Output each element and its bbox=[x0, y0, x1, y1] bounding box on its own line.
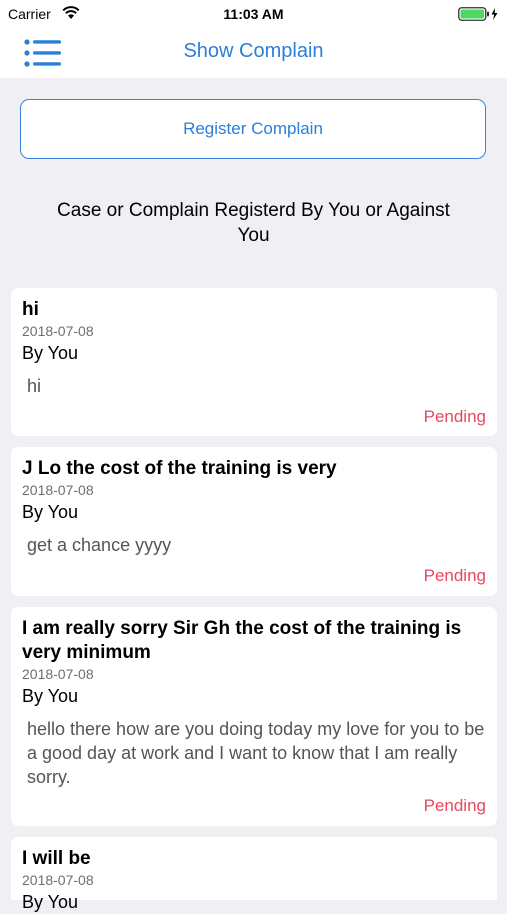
complaint-title: I will be bbox=[22, 848, 91, 869]
complaint-author: By You bbox=[22, 343, 79, 363]
navigation-bar: Show Complain bbox=[0, 28, 507, 78]
complaint-body: hi bbox=[27, 376, 42, 396]
complaint-card[interactable]: I am really sorry Sir Gh the cost of the… bbox=[11, 607, 497, 826]
complaint-title: J Lo the cost of the training is very bbox=[22, 458, 337, 479]
complaint-card[interactable]: hi 2018-07-08 By You hi Pending bbox=[11, 288, 497, 436]
complaint-card[interactable]: J Lo the cost of the training is very 20… bbox=[11, 447, 497, 596]
status-badge: Pending bbox=[423, 566, 486, 585]
register-complain-button[interactable]: Register Complain bbox=[20, 99, 486, 159]
section-heading: Case or Complain Registerd By You or Aga… bbox=[57, 200, 450, 246]
complaint-title: hi bbox=[22, 299, 39, 320]
complaint-title: I am really sorry Sir Gh the cost of the… bbox=[22, 618, 462, 663]
complaint-body: get a chance yyyy bbox=[27, 535, 172, 555]
status-time: 11:03 AM bbox=[223, 6, 284, 22]
status-bar: Carrier 11:03 AM bbox=[0, 0, 507, 28]
complaint-date: 2018-07-08 bbox=[22, 872, 94, 888]
page-title: Show Complain bbox=[183, 40, 324, 62]
status-badge: Pending bbox=[423, 407, 486, 426]
complaint-date: 2018-07-08 bbox=[22, 323, 94, 339]
complaint-card[interactable]: I will be 2018-07-08 By You bbox=[11, 837, 497, 912]
complaint-body: hello there how are you doing today my l… bbox=[27, 719, 485, 787]
complaint-author: By You bbox=[22, 502, 79, 522]
battery-icon bbox=[458, 7, 498, 21]
complaint-date: 2018-07-08 bbox=[22, 666, 94, 682]
complaint-author: By You bbox=[22, 892, 79, 912]
complaint-author: By You bbox=[22, 686, 79, 706]
complaint-date: 2018-07-08 bbox=[22, 482, 94, 498]
status-badge: Pending bbox=[423, 796, 486, 815]
